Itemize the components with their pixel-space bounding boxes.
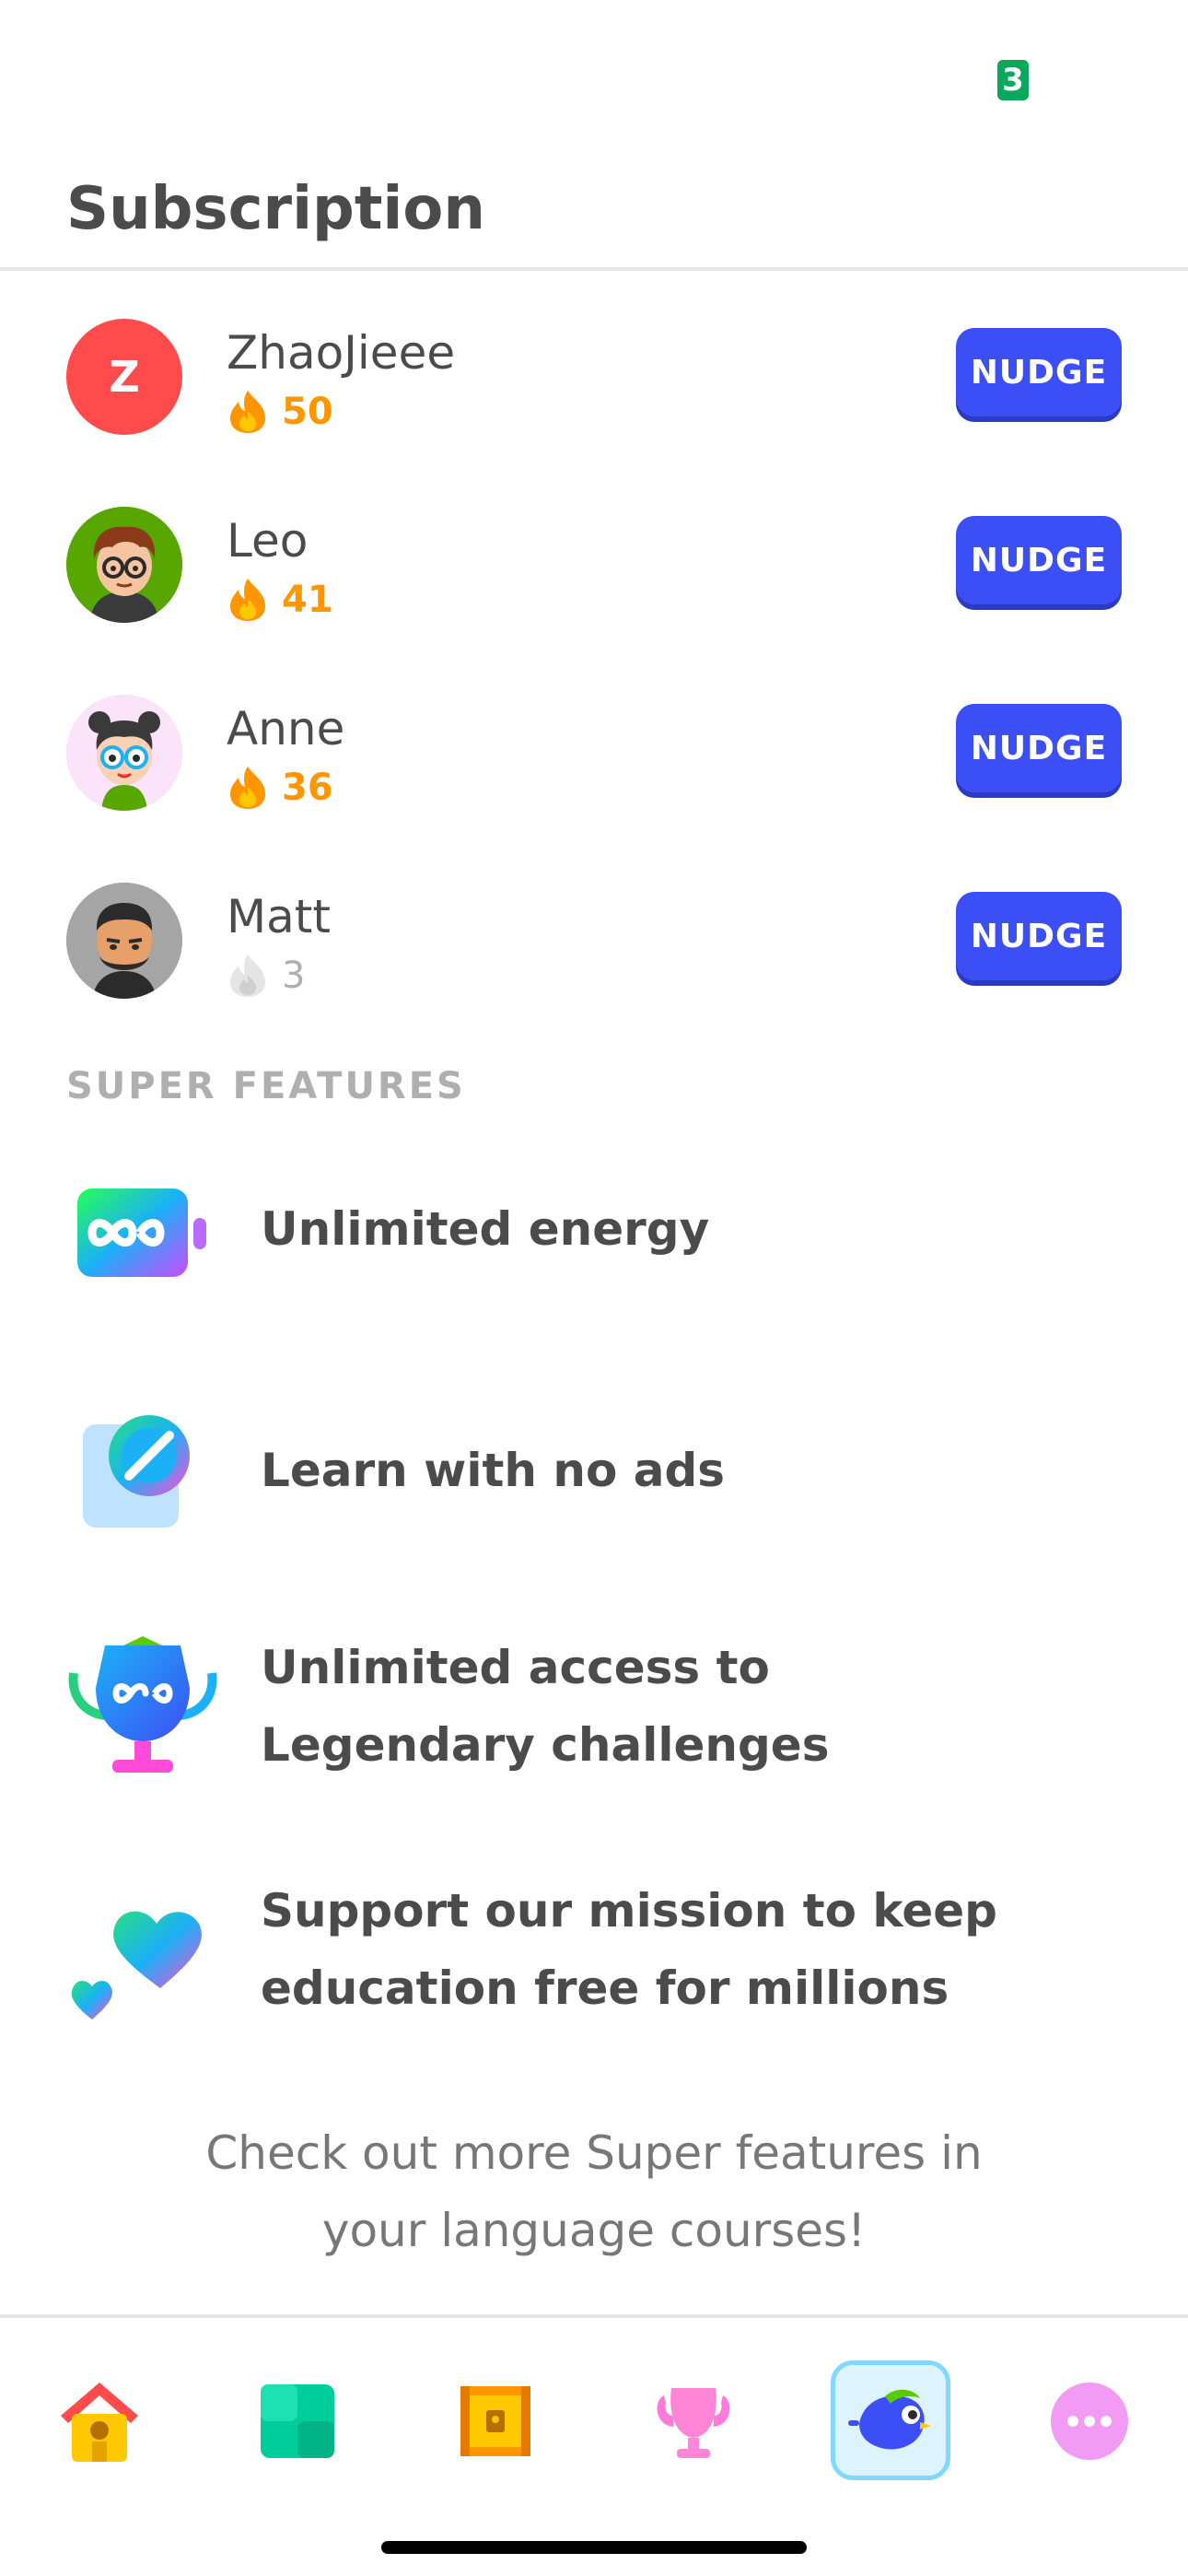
tab-league[interactable] [638,2366,749,2476]
nudge-button[interactable]: NUDGE [956,516,1122,604]
tabbar-divider [0,2314,1188,2318]
feature-text: Legendary challenges [261,1718,830,1772]
footer-line: Check out more Super features in [205,2126,983,2180]
friend-name: ZhaoJieee [227,326,456,380]
feature-row: Support our mission to keep education fr… [0,1872,1188,2056]
no-ads-icon [83,1415,190,1528]
feature-text: Unlimited energy [261,1202,710,1256]
friend-name: Matt [227,890,331,943]
feature-text: education free for millions [261,1961,949,2015]
flame-icon [230,767,265,809]
leo-avatar-icon [66,507,182,623]
status-badge: 3 [997,60,1029,100]
avatar[interactable]: Z [66,319,182,435]
hearts-icon [71,1911,202,2020]
flame-icon [230,579,265,621]
friend-name: Leo [227,514,309,568]
feature-row: Unlimited access to Legendary challenges [0,1629,1188,1813]
feature-row: Learn with no ads [0,1391,1188,1548]
avatar[interactable] [66,695,182,811]
matt-avatar-icon [66,883,182,999]
footer-line: your language courses! [321,2204,867,2257]
tab-more[interactable] [1034,2366,1145,2476]
streak-count: 3 [282,954,306,997]
avatar[interactable] [66,883,182,999]
infinity-energy-icon [77,1188,206,1277]
nudge-button[interactable]: NUDGE [956,892,1122,980]
nudge-button[interactable]: NUDGE [956,328,1122,416]
streak-count: 50 [282,391,333,433]
friend-row: Anne 36 NUDGE [0,669,1188,835]
streak: 36 [227,765,333,811]
tab-home[interactable] [44,2366,155,2476]
friend-name: Anne [227,702,345,755]
streak: 41 [227,577,333,623]
anne-avatar-icon [66,695,182,811]
streak: 3 [227,953,305,999]
profile-bird-icon [848,2389,931,2450]
friend-row: Matt 3 NUDGE [0,857,1188,1023]
section-label: SUPER FEATURES [66,1065,466,1107]
friend-row: Z ZhaoJieee 50 NUDGE [0,293,1188,459]
more-icon [1051,2383,1128,2460]
friend-row: Leo 41 NUDGE [0,481,1188,647]
streak: 50 [227,389,333,435]
flame-icon [230,954,265,997]
avatar[interactable] [66,507,182,623]
tab-practice[interactable] [242,2366,353,2476]
header-divider [0,267,1188,271]
flame-icon [230,391,265,433]
feature-row: Unlimited energy [0,1152,1188,1308]
avatar-letter: Z [109,352,140,402]
streak-count: 41 [282,579,333,621]
tab-profile[interactable] [831,2360,950,2480]
chest-icon [460,2386,530,2456]
streak-count: 36 [282,767,333,809]
tab-shop[interactable] [440,2366,551,2476]
feature-text: Support our mission to keep [261,1884,997,1938]
home-indicator [381,2541,807,2554]
page-title: Subscription [66,175,485,243]
practice-icon [261,2384,334,2458]
home-icon [61,2383,138,2462]
legendary-trophy-icon [68,1636,217,1773]
nudge-button[interactable]: NUDGE [956,704,1122,792]
footer-note: Check out more Super features in your la… [0,2114,1188,2269]
feature-text: Unlimited access to [261,1641,770,1694]
trophy-icon [657,2388,730,2458]
feature-text: Learn with no ads [261,1444,726,1497]
